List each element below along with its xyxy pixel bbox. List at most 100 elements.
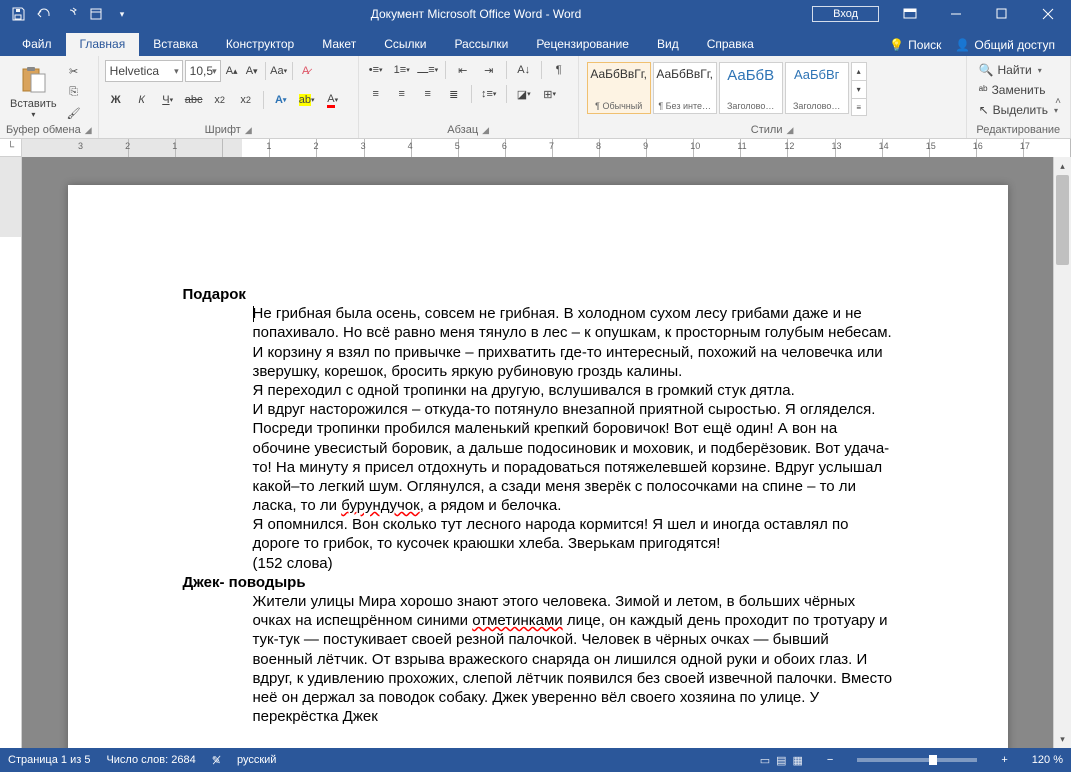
save-icon[interactable] [10, 6, 26, 22]
dialog-launcher-icon[interactable]: ◢ [85, 125, 92, 136]
find-button[interactable]: 🔍Найти▾ [977, 62, 1060, 78]
qat-customize-icon[interactable]: ▾ [114, 6, 130, 22]
tell-me-search[interactable]: 💡Поиск [889, 38, 941, 52]
format-painter-icon[interactable]: 🖌 [65, 104, 83, 122]
sort-icon[interactable]: A↓ [513, 60, 535, 80]
font-size-select[interactable]: 10,5 [185, 60, 221, 82]
zoom-slider[interactable] [857, 758, 977, 762]
ruler-bar: └ 3211234567891011121314151617 [0, 139, 1071, 157]
tab-home[interactable]: Главная [66, 33, 140, 56]
bold-button[interactable]: Ж [105, 90, 127, 110]
horizontal-ruler[interactable]: 3211234567891011121314151617 [22, 139, 1071, 157]
share-button[interactable]: 👤Общий доступ [955, 38, 1055, 52]
spellcheck-icon[interactable]: ✎̸ [212, 754, 221, 767]
web-layout-icon[interactable]: ▦ [793, 754, 803, 767]
paste-button[interactable]: Вставить▾ [6, 60, 61, 122]
vertical-scrollbar[interactable]: ▴ ▾ [1053, 157, 1071, 748]
grow-font-icon[interactable]: A▴ [223, 62, 241, 80]
undo-icon[interactable] [36, 6, 52, 22]
cut-icon[interactable]: ✂ [65, 62, 83, 80]
login-button[interactable]: Вход [812, 6, 879, 22]
maximize-button[interactable] [979, 0, 1025, 28]
group-font: Helvetica 10,5 A▴ A▾ Aa▾ A̷ Ж К Ч▾ abc x… [99, 56, 359, 138]
font-name-select[interactable]: Helvetica [105, 60, 183, 82]
body-text: Я переходил с одной тропинки на другую, … [253, 381, 893, 400]
tab-mailings[interactable]: Рассылки [440, 33, 522, 56]
shrink-font-icon[interactable]: A▾ [243, 62, 261, 80]
scroll-up-icon[interactable]: ▴ [1054, 157, 1071, 175]
body-text: Жители улицы Мира хорошо знают этого чел… [253, 592, 893, 726]
numbering-icon[interactable]: 1≡▾ [391, 60, 413, 80]
highlight-icon[interactable]: ab▾ [296, 90, 318, 110]
body-text: И вдруг насторожился – откуда-то потянул… [253, 400, 893, 419]
close-button[interactable] [1025, 0, 1071, 28]
justify-icon[interactable]: ≣ [443, 84, 465, 104]
zoom-in-button[interactable]: + [1001, 754, 1007, 766]
replace-button[interactable]: ᵃᵇЗаменить [977, 82, 1060, 98]
tab-file[interactable]: Файл [8, 33, 66, 56]
style-normal[interactable]: АаБбВвГг,¶ Обычный [587, 62, 651, 114]
language-indicator[interactable]: русский [237, 754, 276, 766]
bullets-icon[interactable]: •≡▾ [365, 60, 387, 80]
align-right-icon[interactable]: ≡ [417, 84, 439, 104]
vertical-ruler[interactable] [0, 157, 22, 748]
align-center-icon[interactable]: ≡ [391, 84, 413, 104]
group-clipboard: Вставить▾ ✂ ⎘ 🖌 Буфер обмена◢ [0, 56, 99, 138]
style-heading1[interactable]: АаБбВЗаголово… [719, 62, 783, 114]
show-marks-icon[interactable]: ¶ [548, 60, 570, 80]
style-gallery-scroll[interactable]: ▴▾≡ [851, 62, 867, 120]
zoom-out-button[interactable]: − [827, 754, 833, 766]
dialog-launcher-icon[interactable]: ◢ [787, 125, 794, 136]
share-icon: 👤 [955, 38, 970, 52]
minimize-button[interactable] [933, 0, 979, 28]
title-bar: ▾ Документ Microsoft Office Word - Word … [0, 0, 1071, 28]
print-layout-icon[interactable]: ▤ [776, 754, 786, 767]
align-left-icon[interactable]: ≡ [365, 84, 387, 104]
decrease-indent-icon[interactable]: ⇤ [452, 60, 474, 80]
heading: Джек- поводырь [183, 573, 893, 592]
collapse-ribbon-icon[interactable]: ˄ [1049, 92, 1067, 110]
zoom-level[interactable]: 120 % [1032, 754, 1063, 766]
word-count[interactable]: Число слов: 2684 [106, 754, 195, 766]
status-bar: Страница 1 из 5 Число слов: 2684 ✎̸ русс… [0, 748, 1071, 772]
select-button[interactable]: ↖Выделить▾ [977, 102, 1060, 118]
scroll-down-icon[interactable]: ▾ [1054, 730, 1071, 748]
qat-item-icon[interactable] [88, 6, 104, 22]
increase-indent-icon[interactable]: ⇥ [478, 60, 500, 80]
tab-review[interactable]: Рецензирование [522, 33, 643, 56]
style-heading2[interactable]: АаБбВгЗаголово… [785, 62, 849, 114]
tab-selector[interactable]: └ [0, 139, 22, 157]
tab-view[interactable]: Вид [643, 33, 693, 56]
text-effects-icon[interactable]: A▾ [270, 90, 292, 110]
superscript-button[interactable]: x2 [235, 90, 257, 110]
page-indicator[interactable]: Страница 1 из 5 [8, 754, 90, 766]
line-spacing-icon[interactable]: ↕≡▾ [478, 84, 500, 104]
tab-insert[interactable]: Вставка [139, 33, 212, 56]
tab-references[interactable]: Ссылки [370, 33, 440, 56]
dialog-launcher-icon[interactable]: ◢ [245, 125, 252, 136]
subscript-button[interactable]: x2 [209, 90, 231, 110]
strikethrough-button[interactable]: abc [183, 90, 205, 110]
underline-button[interactable]: Ч▾ [157, 90, 179, 110]
document-page[interactable]: Подарок Не грибная была осень, совсем не… [68, 185, 1008, 748]
scroll-thumb[interactable] [1056, 175, 1069, 265]
italic-button[interactable]: К [131, 90, 153, 110]
redo-icon[interactable] [62, 6, 78, 22]
copy-icon[interactable]: ⎘ [65, 83, 83, 101]
read-mode-icon[interactable]: ▭ [760, 754, 770, 767]
font-color-icon[interactable]: A▾ [322, 90, 344, 110]
dialog-launcher-icon[interactable]: ◢ [482, 125, 489, 136]
style-gallery: АаБбВвГг,¶ Обычный АаБбВвГг,¶ Без инте… … [585, 60, 869, 122]
change-case-icon[interactable]: Aa▾ [270, 62, 288, 80]
tab-help[interactable]: Справка [693, 33, 768, 56]
ribbon-display-icon[interactable] [887, 0, 933, 28]
tab-layout[interactable]: Макет [308, 33, 370, 56]
cursor-icon: ↖ [979, 103, 989, 117]
borders-icon[interactable]: ⊞▾ [539, 84, 561, 104]
tab-design[interactable]: Конструктор [212, 33, 308, 56]
clear-formatting-icon[interactable]: A̷ [297, 62, 315, 80]
multilevel-list-icon[interactable]: ⎼≡▾ [417, 60, 439, 80]
group-styles: АаБбВвГг,¶ Обычный АаБбВвГг,¶ Без инте… … [579, 56, 967, 138]
style-no-spacing[interactable]: АаБбВвГг,¶ Без инте… [653, 62, 717, 114]
shading-icon[interactable]: ◪▾ [513, 84, 535, 104]
